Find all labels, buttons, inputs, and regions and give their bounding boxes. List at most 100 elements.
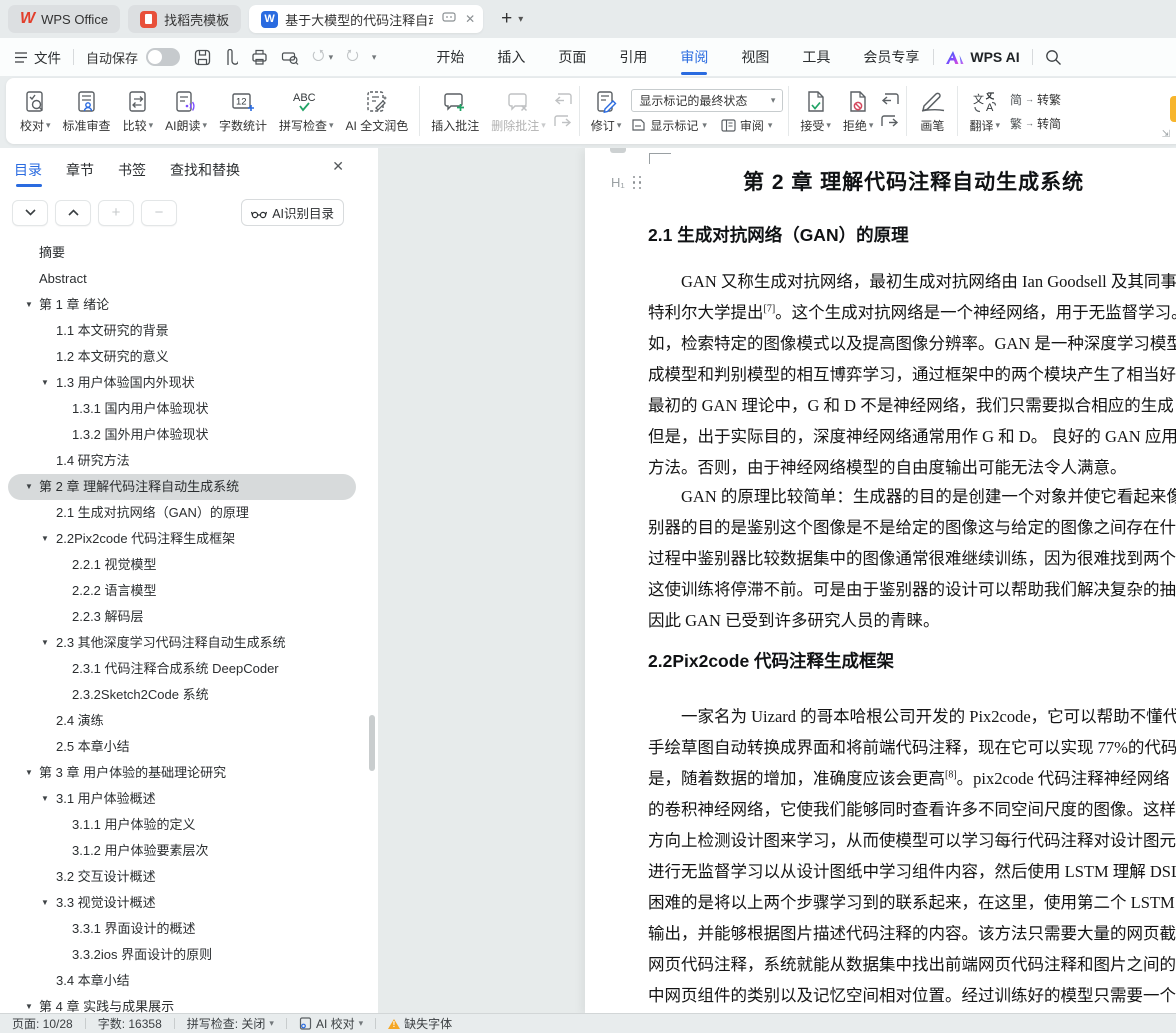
- text-line[interactable]: 的卷积神经网络，它使我们能够同时查看许多不同空间尺度的图像。这样: [648, 794, 1176, 825]
- ai-recognize-toc-button[interactable]: AI识别目录: [241, 199, 344, 226]
- show-markup-button[interactable]: 显示标记▾: [631, 117, 707, 134]
- traditional-to-simplified-button[interactable]: 繁→ 转简: [1010, 115, 1061, 132]
- toc-expand-icon[interactable]: ▼: [25, 292, 33, 318]
- text-line[interactable]: 如，检索特定的图像模式以及提高图像分辨率。GAN 是一种深度学习模型，: [648, 328, 1176, 359]
- tab-list-chevron-icon[interactable]: ▾: [518, 14, 523, 25]
- file-menu[interactable]: 文件: [14, 47, 61, 67]
- toc-item[interactable]: ▼2.2Pix2code 代码注释生成框架: [0, 526, 378, 552]
- toc-promote-button[interactable]: +: [98, 200, 134, 226]
- paragraph-gan-principle[interactable]: GAN 的原理比较简单：生成器的目的是创建一个对象并使它看起来像 别器的目的是鉴…: [648, 481, 1176, 636]
- text-line[interactable]: 网页代码注释，系统就能从数据集中找出前端网页代码注释和图片之间的: [648, 949, 1176, 980]
- ai-polish-button[interactable]: AI 全文润色: [340, 86, 415, 136]
- toc-item[interactable]: 2.3.2Sketch2Code 系统: [0, 682, 378, 708]
- toc-expand-icon[interactable]: ▼: [25, 994, 33, 1013]
- toc-demote-button[interactable]: −: [141, 200, 177, 226]
- ink-brush-button[interactable]: 画笔: [912, 86, 952, 136]
- toc-next-heading-button[interactable]: [12, 200, 48, 226]
- collaboration-icon[interactable]: [442, 12, 456, 27]
- delete-comment-button[interactable]: 删除批注▾: [485, 86, 552, 136]
- toc-expand-icon[interactable]: ▼: [41, 526, 49, 552]
- next-revision-icon[interactable]: [881, 115, 899, 129]
- text-line[interactable]: GAN 的原理比较简单：生成器的目的是创建一个对象并使它看起来像: [648, 481, 1176, 512]
- wps-ai-button[interactable]: WPS AI: [946, 49, 1019, 65]
- text-line[interactable]: 是，随着数据的增加，准确度应该会更高[8]。pix2code 代码注释神经网络: [648, 763, 1176, 794]
- toc-item[interactable]: ▼3.1 用户体验概述: [0, 786, 378, 812]
- menu-tab-reference[interactable]: 引用: [617, 38, 649, 76]
- previous-revision-icon[interactable]: [881, 93, 899, 107]
- text-line[interactable]: 一家名为 Uizard 的哥本哈根公司开发的 Pix2code，它可以帮助不懂代: [648, 701, 1176, 732]
- toc-expand-icon[interactable]: ▼: [41, 370, 49, 396]
- reject-revision-button[interactable]: 拒绝▾: [837, 86, 880, 136]
- spell-check-status[interactable]: 拼写检查: 关闭▾: [187, 1015, 274, 1032]
- toc-item[interactable]: 3.1.1 用户体验的定义: [0, 812, 378, 838]
- track-changes-button[interactable]: 修订▾: [585, 86, 628, 136]
- toc-item-selected[interactable]: ▼第 2 章 理解代码注释自动生成系统: [0, 474, 378, 500]
- chapter-heading[interactable]: 第 2 章 理解代码注释自动生成系统: [743, 166, 1084, 196]
- autosave-toggle[interactable]: [146, 48, 180, 66]
- ai-proofread-status[interactable]: AI 校对▾: [299, 1015, 363, 1032]
- menu-tab-member[interactable]: 会员专享: [861, 38, 921, 76]
- toc-item[interactable]: 1.3.1 国内用户体验现状: [0, 396, 378, 422]
- print-preview-icon[interactable]: [281, 49, 299, 65]
- toc-item[interactable]: ▼1.3 用户体验国内外现状: [0, 370, 378, 396]
- toc-item[interactable]: 2.5 本章小结: [0, 734, 378, 760]
- drag-handle-icon[interactable]: [633, 176, 641, 190]
- sidebar-scrollbar-thumb[interactable]: [369, 715, 375, 771]
- sidebar-tab-find-replace[interactable]: 查找和替换: [170, 160, 240, 189]
- text-line[interactable]: 这使训练将停滞不前。可是由于鉴别器的设计可以帮助我们解决复杂的抽: [648, 574, 1176, 605]
- text-line[interactable]: 方法。否则，由于神经网络模型的自由度输出可能无法令人满意。: [648, 452, 1176, 483]
- tab-document[interactable]: W 基于大模型的代码注释自动生 ✕: [249, 5, 483, 33]
- toc-item[interactable]: 2.2.2 语言模型: [0, 578, 378, 604]
- text-line[interactable]: 别器的目的是鉴别这个图像是不是给定的图像这与给定的图像之间存在什: [648, 512, 1176, 543]
- text-line[interactable]: 方向上检测设计图来学习，从而使模型可以学习每行代码注释对设计图元: [648, 825, 1176, 856]
- toc-item[interactable]: Abstract: [0, 266, 378, 292]
- page-indicator[interactable]: 页面: 10/28: [12, 1015, 73, 1032]
- menu-tab-review[interactable]: 审阅: [678, 38, 710, 76]
- ai-read-button[interactable]: AI朗读▾: [159, 86, 213, 136]
- toc-item[interactable]: ▼3.3 视觉设计概述: [0, 890, 378, 916]
- undo-chevron-icon[interactable]: ▾: [329, 52, 334, 63]
- menu-tab-insert[interactable]: 插入: [495, 38, 527, 76]
- toc-item[interactable]: 摘要: [0, 240, 378, 266]
- proofread-button[interactable]: 校对▾: [14, 86, 57, 136]
- toc-item[interactable]: 1.3.2 国外用户体验现状: [0, 422, 378, 448]
- text-line[interactable]: 中网页组件的类别以及记忆空间相对位置。经过训练好的模型只需要一个: [648, 980, 1176, 1011]
- menu-tab-view[interactable]: 视图: [739, 38, 771, 76]
- new-tab-icon[interactable]: +: [501, 8, 512, 30]
- tab-template-store[interactable]: 找稻壳模板: [128, 5, 241, 33]
- toc-item[interactable]: 3.1.2 用户体验要素层次: [0, 838, 378, 864]
- toc-item[interactable]: 3.2 交互设计概述: [0, 864, 378, 890]
- spell-check-button[interactable]: ABC 拼写检查▾: [273, 86, 340, 136]
- toc-item[interactable]: 3.3.1 界面设计的概述: [0, 916, 378, 942]
- compare-button[interactable]: 比较▾: [117, 86, 160, 136]
- toc-expand-icon[interactable]: ▼: [25, 760, 33, 786]
- redo-icon[interactable]: ⭮: [346, 45, 359, 70]
- document-page[interactable]: H₁ 第 2 章 理解代码注释自动生成系统 2.1 生成对抗网络（GAN）的原理…: [585, 148, 1176, 1013]
- toc-item[interactable]: 2.1 生成对抗网络（GAN）的原理: [0, 500, 378, 526]
- toc-previous-heading-button[interactable]: [55, 200, 91, 226]
- section-heading-2-2[interactable]: 2.2Pix2code 代码注释生成框架: [648, 648, 894, 673]
- toc-expand-icon[interactable]: ▼: [41, 890, 49, 916]
- toc-item[interactable]: 2.4 演练: [0, 708, 378, 734]
- menu-tab-home[interactable]: 开始: [434, 38, 466, 76]
- ribbon-expand-icon[interactable]: ⇲: [1162, 129, 1170, 140]
- review-pane-button[interactable]: 审阅▾: [721, 117, 773, 134]
- tab-wps-office[interactable]: W WPS Office: [8, 5, 120, 33]
- close-sidebar-icon[interactable]: ✕: [332, 158, 344, 175]
- undo-icon[interactable]: ⭯: [312, 45, 325, 70]
- quick-access-chevron-icon[interactable]: ▾: [372, 52, 377, 63]
- text-line[interactable]: 输出，并能够根据图片描述代码注释的内容。该方法只需要大量的网页截: [648, 918, 1176, 949]
- section-heading-2-1[interactable]: 2.1 生成对抗网络（GAN）的原理: [648, 222, 909, 247]
- toc-item[interactable]: ▼第 1 章 绪论: [0, 292, 378, 318]
- sidebar-tab-bookmarks[interactable]: 书签: [118, 160, 146, 189]
- toc-item[interactable]: 3.4 本章小结: [0, 968, 378, 994]
- sidebar-tab-chapters[interactable]: 章节: [66, 160, 94, 189]
- previous-comment-icon[interactable]: [554, 93, 572, 107]
- toc-expand-icon[interactable]: ▼: [25, 474, 33, 500]
- toc-item[interactable]: ▼2.3 其他深度学习代码注释自动生成系统: [0, 630, 378, 656]
- toc-item[interactable]: 2.2.3 解码层: [0, 604, 378, 630]
- next-comment-icon[interactable]: [554, 115, 572, 129]
- text-line[interactable]: 特利尔大学提出[7]。这个生成对抗网络是一个神经网络，用于无监督学习。: [648, 297, 1176, 328]
- text-line[interactable]: 最初的 GAN 理论中，G 和 D 不是神经网络，我们只需要拟合相应的生成: [648, 390, 1176, 421]
- export-pdf-icon[interactable]: [224, 49, 238, 66]
